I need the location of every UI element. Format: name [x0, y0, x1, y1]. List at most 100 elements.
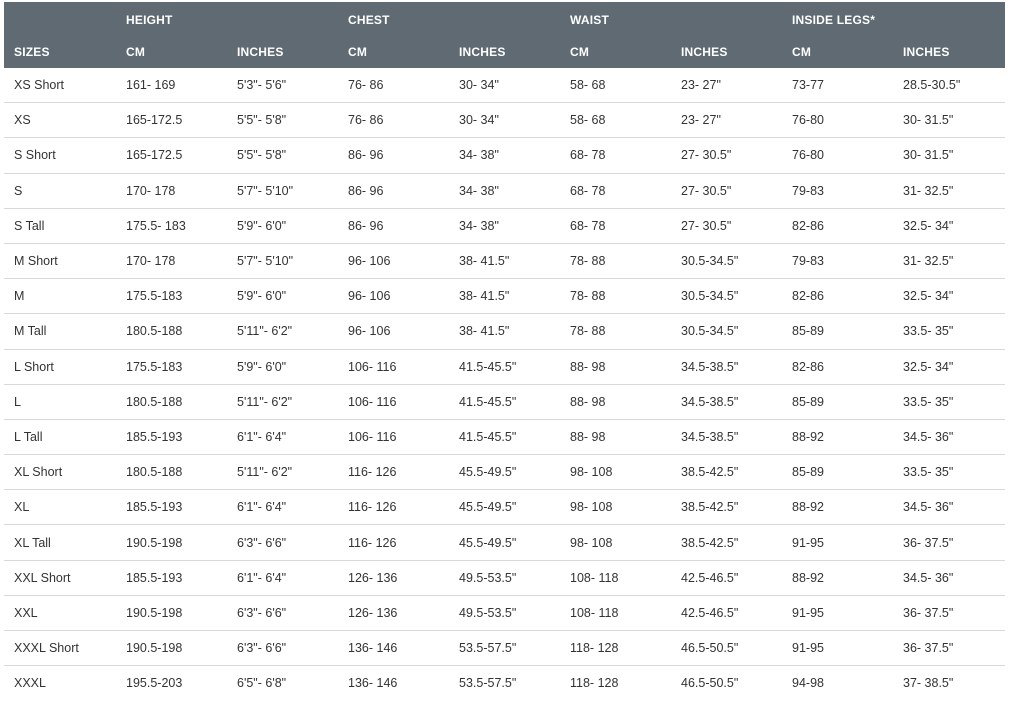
height-inches-cell: 5'11"- 6'2" — [227, 313, 338, 350]
inside-legs-inches-cell: 36- 37.5" — [893, 595, 1005, 632]
waist-group-header: WAIST — [560, 2, 671, 36]
size-cell: M — [4, 278, 116, 315]
table-row: XL Tall 190.5-198 6'3"- 6'6" 116- 126 45.5-4… — [4, 524, 1005, 561]
inside-legs-inches-cell: 33.5- 35" — [893, 454, 1005, 491]
height-inches-header: INCHES — [227, 36, 338, 68]
height-cm-cell: 161- 169 — [116, 68, 227, 104]
waist-cm-header: CM — [560, 36, 671, 68]
height-inches-cell: 5'7"- 5'10" — [227, 173, 338, 209]
waist-cm-cell: 98- 108 — [560, 489, 671, 526]
size-cell: XL Tall — [4, 524, 116, 561]
waist-cm-cell: 98- 108 — [560, 524, 671, 561]
inside-legs-cm-cell: 79-83 — [782, 173, 893, 209]
chest-inches-cell: 49.5-53.5" — [449, 595, 560, 632]
chest-inches-cell: 30- 34" — [449, 68, 560, 104]
height-cm-cell: 175.5- 183 — [116, 208, 227, 244]
inside-legs-cm-cell: 82-86 — [782, 278, 893, 315]
height-inches-cell: 6'3"- 6'6" — [227, 630, 338, 667]
waist-cm-cell: 58- 68 — [560, 68, 671, 104]
size-cell: L Tall — [4, 419, 116, 456]
inside-legs-inches-cell: 33.5- 35" — [893, 313, 1005, 350]
waist-inches-header: INCHES — [671, 36, 782, 68]
inside-legs-cm-cell: 85-89 — [782, 454, 893, 491]
chest-inches-cell: 38- 41.5" — [449, 313, 560, 350]
chest-cm-cell: 76- 86 — [338, 68, 449, 104]
waist-cm-cell: 58- 68 — [560, 102, 671, 139]
chest-inches-cell: 45.5-49.5" — [449, 454, 560, 491]
inside-legs-cm-cell: 91-95 — [782, 524, 893, 561]
inside-legs-cm-cell: 91-95 — [782, 595, 893, 632]
inside-legs-inches-cell: 33.5- 35" — [893, 384, 1005, 420]
height-cm-cell: 185.5-193 — [116, 489, 227, 526]
inside-legs-inches-cell: 34.5- 36" — [893, 419, 1005, 456]
inside-legs-cm-cell: 88-92 — [782, 560, 893, 596]
height-cm-cell: 190.5-198 — [116, 630, 227, 667]
sizes-header: SIZES — [4, 36, 116, 68]
height-inches-cell: 6'1"- 6'4" — [227, 419, 338, 456]
waist-inches-cell: 42.5-46.5" — [671, 595, 782, 632]
waist-inches-cell: 34.5-38.5" — [671, 419, 782, 456]
waist-cm-cell: 78- 88 — [560, 278, 671, 315]
waist-inches-cell: 30.5-34.5" — [671, 313, 782, 350]
height-inches-cell: 5'11"- 6'2" — [227, 384, 338, 420]
height-inches-cell: 5'9"- 6'0" — [227, 278, 338, 315]
table-row: XXL Short 185.5-193 6'1"- 6'4" 126- 136 49.5… — [4, 560, 1005, 596]
size-cell: XS Short — [4, 68, 116, 104]
table-row: XXXL Short 190.5-198 6'3"- 6'6" 136- 146 53.… — [4, 630, 1005, 667]
inside-legs-inches-cell: 31- 32.5" — [893, 173, 1005, 209]
waist-cm-cell: 108- 118 — [560, 560, 671, 596]
inside-legs-inches-cell: 36- 37.5" — [893, 524, 1005, 561]
inside-legs-inches-header: INCHES — [893, 36, 1005, 68]
unit-header-row: SIZES CM INCHES CM INCHES CM INCHES CM INCHES — [4, 36, 1005, 68]
table-row: XS 165-172.5 5'5"- 5'8" 76- 86 30- 34" 58- 68… — [4, 102, 1005, 139]
waist-inches-cell: 46.5-50.5" — [671, 630, 782, 667]
height-cm-cell: 175.5-183 — [116, 349, 227, 385]
waist-cm-cell: 98- 108 — [560, 454, 671, 491]
chest-cm-cell: 86- 96 — [338, 137, 449, 174]
height-inches-cell: 5'5"- 5'8" — [227, 137, 338, 174]
waist-cm-cell: 88- 98 — [560, 349, 671, 385]
waist-inches-cell: 42.5-46.5" — [671, 560, 782, 596]
chest-cm-cell: 86- 96 — [338, 208, 449, 244]
waist-inches-cell: 23- 27" — [671, 68, 782, 104]
chest-cm-cell: 136- 146 — [338, 630, 449, 667]
table-row: XL 185.5-193 6'1"- 6'4" 116- 126 45.5-49.5" 9… — [4, 489, 1005, 526]
chest-inches-cell: 34- 38" — [449, 208, 560, 244]
waist-inches-cell: 38.5-42.5" — [671, 524, 782, 561]
height-cm-cell: 180.5-188 — [116, 454, 227, 491]
table-row: S Short 165-172.5 5'5"- 5'8" 86- 96 34- 38" 6… — [4, 137, 1005, 174]
inside-legs-cm-cell: 76-80 — [782, 102, 893, 139]
height-cm-cell: 180.5-188 — [116, 384, 227, 420]
waist-cm-cell: 68- 78 — [560, 137, 671, 174]
inside-legs-cm-header: CM — [782, 36, 893, 68]
height-group-span-header — [227, 2, 338, 36]
inside-legs-cm-cell: 79-83 — [782, 243, 893, 280]
waist-group-span-header — [671, 2, 782, 36]
height-cm-header: CM — [116, 36, 227, 68]
size-cell: XL — [4, 489, 116, 526]
table-row: M 175.5-183 5'9"- 6'0" 96- 106 38- 41.5" 78- … — [4, 278, 1005, 315]
inside-legs-cm-cell: 94-98 — [792, 676, 824, 691]
waist-inches-cell: 46.5-50.5" — [681, 676, 739, 691]
chest-inches-cell: 53.5-57.5" — [459, 676, 517, 691]
waist-inches-cell: 38.5-42.5" — [671, 454, 782, 491]
height-cm-cell: 175.5-183 — [116, 278, 227, 315]
waist-inches-cell: 34.5-38.5" — [671, 349, 782, 385]
waist-cm-cell: 88- 98 — [560, 384, 671, 420]
inside-legs-cm-cell: 88-92 — [782, 489, 893, 526]
height-inches-cell: 6'3"- 6'6" — [227, 524, 338, 561]
height-inches-cell: 5'7"- 5'10" — [227, 243, 338, 280]
chest-cm-cell: 96- 106 — [338, 313, 449, 350]
height-inches-cell: 6'5"- 6'8" — [237, 676, 287, 691]
chest-cm-cell: 106- 116 — [338, 419, 449, 456]
inside-legs-cm-cell: 82-86 — [782, 208, 893, 244]
size-cell: M Short — [4, 243, 116, 280]
chest-inches-cell: 41.5-45.5" — [449, 349, 560, 385]
waist-inches-cell: 30.5-34.5" — [671, 243, 782, 280]
height-inches-cell: 5'9"- 6'0" — [227, 208, 338, 244]
table-row: L Tall 185.5-193 6'1"- 6'4" 106- 116 41.5-45… — [4, 419, 1005, 456]
waist-inches-cell: 30.5-34.5" — [671, 278, 782, 315]
height-cm-cell: 165-172.5 — [116, 102, 227, 139]
height-cm-cell: 185.5-193 — [116, 419, 227, 456]
size-chart-table: HEIGHT CHEST WAIST INSIDE LEGS* SIZES CM INCH… — [4, 2, 1005, 700]
